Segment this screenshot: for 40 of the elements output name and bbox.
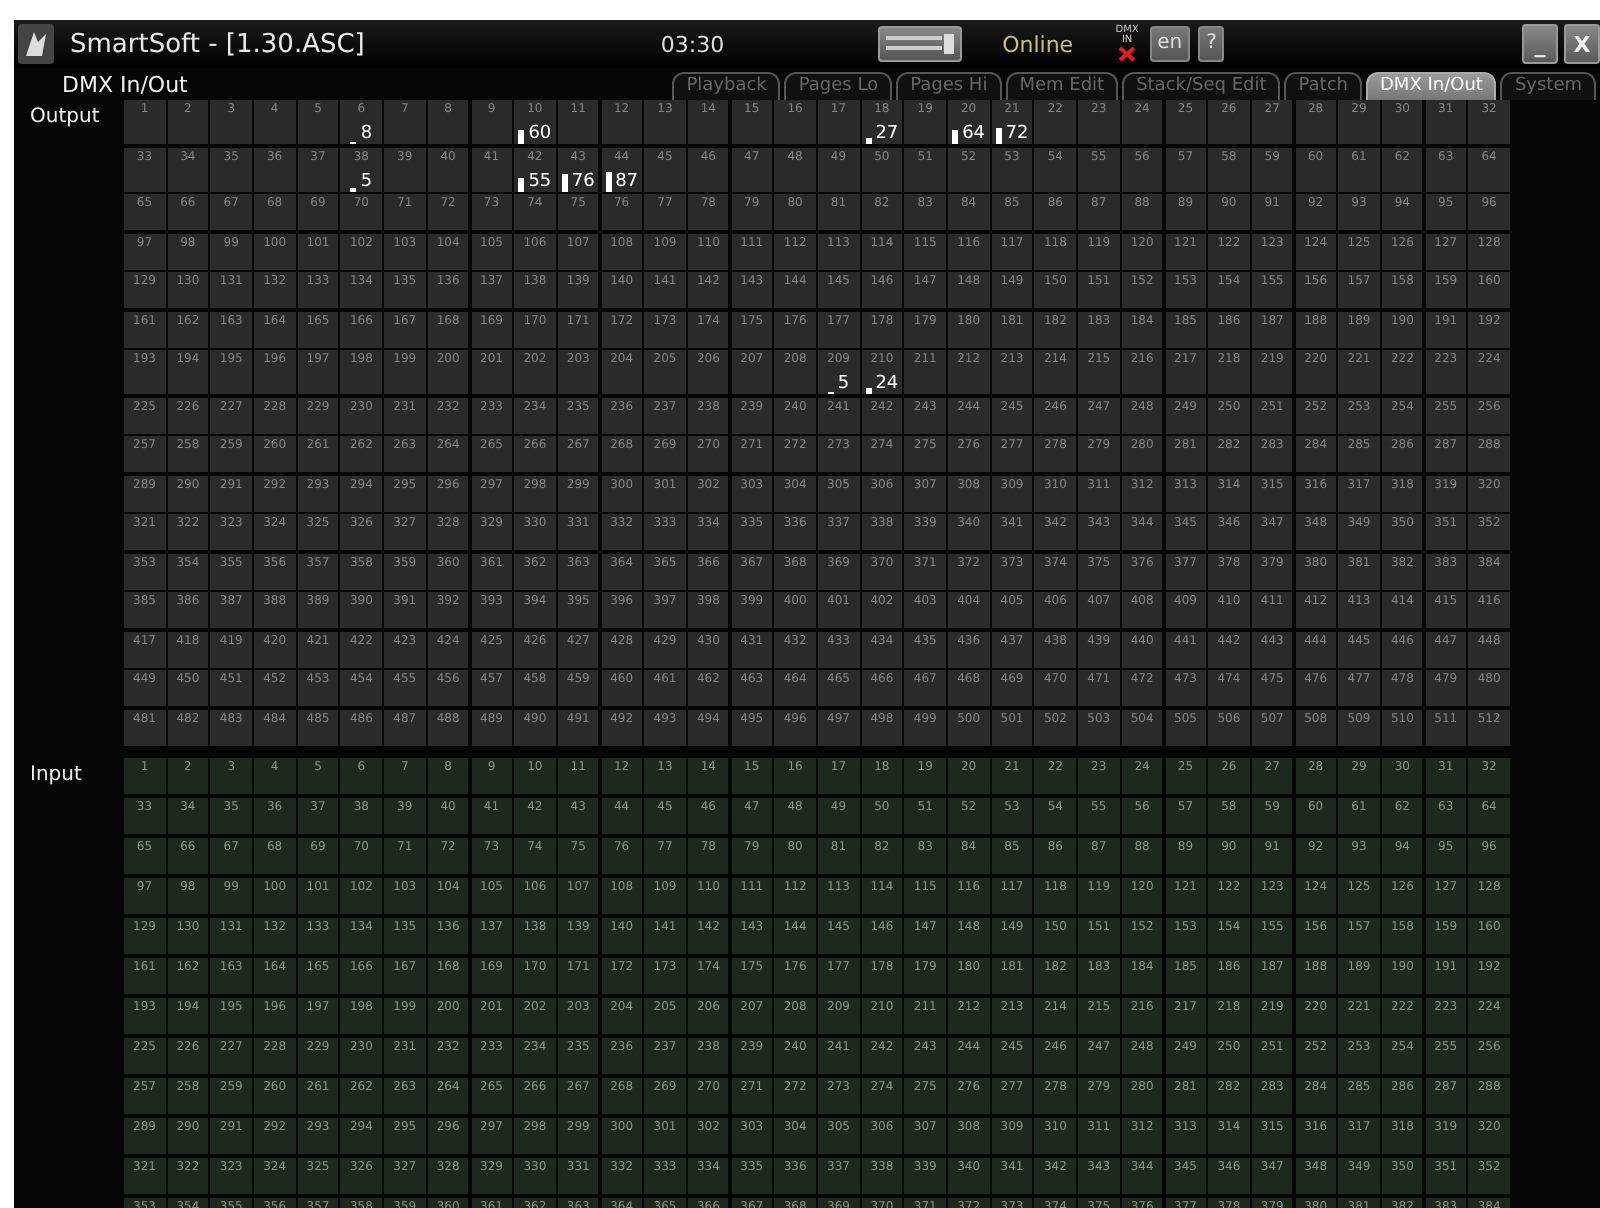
level-bar [865, 388, 872, 394]
tab[interactable]: Patch [1284, 72, 1362, 100]
tab[interactable]: System [1500, 72, 1596, 100]
level-bar [605, 171, 612, 191]
fader-icon[interactable] [878, 26, 963, 62]
channel-value: 27 [875, 124, 899, 144]
channel-value: 5 [360, 171, 373, 191]
level-bar [995, 128, 1002, 144]
page-title: DMX In/Out [62, 71, 190, 97]
level-bar [518, 130, 525, 144]
window-title: SmartSoft - [1.30.ASC] [70, 29, 365, 59]
level-bar [952, 129, 959, 144]
level-bar [865, 138, 872, 144]
channel-value: 8 [360, 124, 373, 144]
tab[interactable]: Pages Hi [896, 72, 1002, 100]
tab[interactable]: Stack/Seq Edit [1122, 72, 1281, 100]
channel-value: 5 [837, 374, 850, 394]
online-status: Online [1002, 31, 1074, 57]
channel-value: 55 [528, 171, 552, 191]
level-bar [518, 178, 525, 191]
tab[interactable]: Mem Edit [1005, 72, 1119, 100]
channel-value: 64 [962, 124, 986, 144]
close-button[interactable]: X [1564, 24, 1600, 64]
app-icon [18, 24, 54, 64]
language-button[interactable]: en [1149, 26, 1191, 62]
cross-icon [1118, 46, 1137, 62]
channel-value: 76 [571, 171, 595, 191]
tab[interactable]: Pages Lo [784, 72, 893, 100]
section-label: Output [28, 104, 102, 132]
channel-value: 87 [615, 171, 639, 191]
section-label: Input [28, 761, 84, 789]
tab[interactable]: DMX In/Out [1366, 72, 1497, 100]
clock-time: 03:30 [660, 31, 725, 57]
channel-value: 72 [1005, 124, 1029, 144]
tab[interactable]: Playback [672, 72, 781, 100]
channel-value: 60 [528, 124, 552, 144]
channel-value: 24 [875, 374, 899, 394]
level-bar [561, 174, 568, 191]
minimize-button[interactable]: _ [1522, 24, 1558, 64]
help-button[interactable]: ? [1198, 26, 1225, 62]
